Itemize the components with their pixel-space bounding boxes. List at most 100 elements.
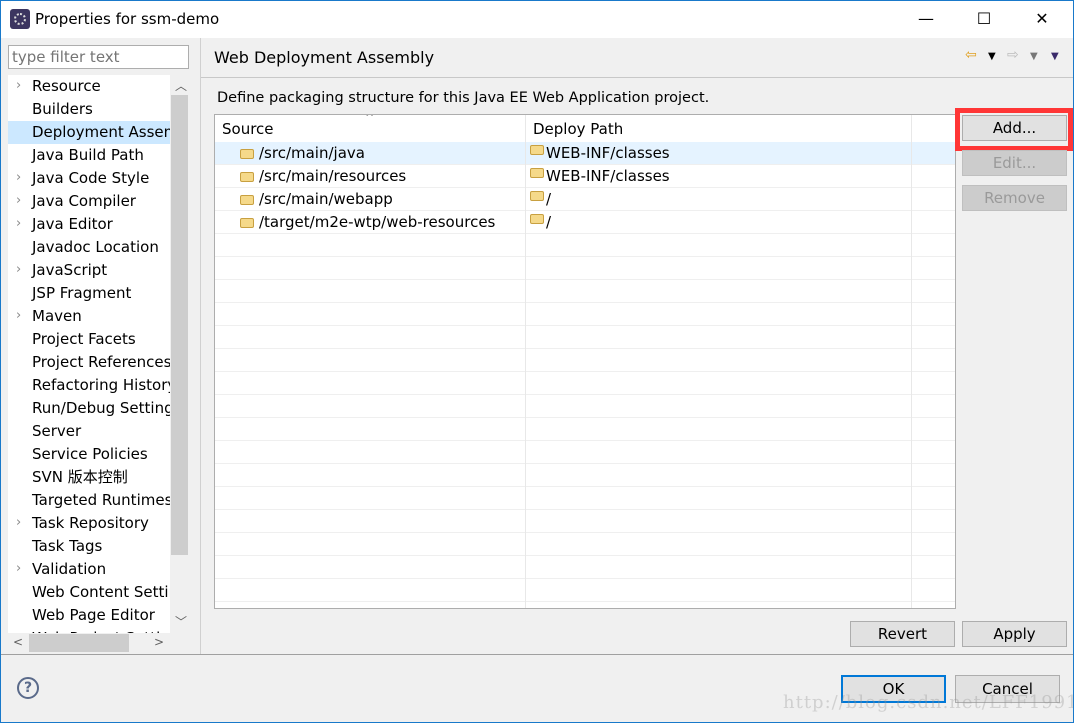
apply-button[interactable]: Apply	[962, 621, 1067, 647]
page-title: Web Deployment Assembly	[214, 48, 435, 67]
tree-item[interactable]: › Java Editor	[8, 213, 170, 236]
source-cell: /target/m2e-wtp/web-resources	[240, 211, 495, 234]
tree-item-label: Validation	[32, 560, 107, 578]
folder-icon	[240, 218, 254, 228]
back-arrow-icon[interactable]: ⇦	[965, 47, 977, 63]
scroll-left-icon[interactable]: <	[13, 635, 23, 649]
tree-item[interactable]: Task Tags	[8, 535, 170, 558]
table-row[interactable]	[215, 487, 955, 510]
table-row[interactable]	[215, 326, 955, 349]
tree-item[interactable]: SVN 版本控制	[8, 466, 170, 489]
tree-item[interactable]: › Java Code Style	[8, 167, 170, 190]
tree-item[interactable]: › Resource	[8, 75, 170, 98]
tree-item-label: Service Policies	[32, 445, 148, 463]
table-row[interactable]	[215, 395, 955, 418]
table-row[interactable]	[215, 303, 955, 326]
source-cell: /src/main/resources	[240, 165, 406, 188]
tree-item[interactable]: Web Page Editor	[8, 604, 170, 627]
table-row[interactable]	[215, 257, 955, 280]
tree-item-label: Server	[32, 422, 82, 440]
deploy-path-cell: WEB-INF/classes	[530, 165, 670, 188]
tree-item-label: Builders	[32, 100, 93, 118]
expand-chevron-icon[interactable]: ›	[16, 558, 21, 580]
table-row[interactable]	[215, 441, 955, 464]
folder-icon	[530, 191, 544, 201]
expand-chevron-icon[interactable]: ›	[16, 213, 21, 235]
tree-item[interactable]: Java Build Path	[8, 144, 170, 167]
tree-item-label: JSP Fragment	[32, 284, 132, 302]
tree-item-label: Java Build Path	[32, 146, 144, 164]
tree-item[interactable]: Deployment Assembly	[8, 121, 170, 144]
table-row[interactable]: /src/main/resources WEB-INF/classes	[215, 165, 955, 188]
tree-item[interactable]: Web Content Settings	[8, 581, 170, 604]
folder-icon	[240, 149, 254, 159]
table-row[interactable]	[215, 464, 955, 487]
expand-chevron-icon[interactable]: ›	[16, 305, 21, 327]
page-description: Define packaging structure for this Java…	[217, 90, 710, 106]
tree-item[interactable]: › Java Compiler	[8, 190, 170, 213]
scroll-thumb[interactable]	[29, 634, 129, 652]
tree-item[interactable]: Server	[8, 420, 170, 443]
tree-item-label: Java Compiler	[32, 192, 136, 210]
maximize-button[interactable]: ☐	[964, 6, 1004, 32]
tree-item[interactable]: Run/Debug Settings	[8, 397, 170, 420]
help-icon[interactable]: ?	[17, 677, 39, 699]
expand-chevron-icon[interactable]: ›	[16, 190, 21, 212]
expand-chevron-icon[interactable]: ›	[16, 167, 21, 189]
scroll-thumb[interactable]	[171, 95, 188, 555]
table-row[interactable]	[215, 579, 955, 602]
tree-item[interactable]: Refactoring History	[8, 374, 170, 397]
table-row[interactable]	[215, 533, 955, 556]
tree-item[interactable]: JSP Fragment	[8, 282, 170, 305]
revert-button[interactable]: Revert	[850, 621, 955, 647]
tree-item-label: SVN 版本控制	[32, 468, 128, 486]
table-row[interactable]	[215, 349, 955, 372]
tree-item[interactable]: Targeted Runtimes	[8, 489, 170, 512]
table-row[interactable]	[215, 280, 955, 303]
horizontal-scrollbar[interactable]: < >	[8, 633, 189, 653]
forward-dropdown-icon[interactable]: ▼	[1030, 51, 1038, 62]
table-row[interactable]: /target/m2e-wtp/web-resources /	[215, 211, 955, 234]
scroll-right-icon[interactable]: >	[154, 635, 164, 649]
table-row[interactable]	[215, 372, 955, 395]
source-text: /src/main/resources	[259, 167, 407, 185]
minimize-button[interactable]: —	[906, 6, 946, 32]
tree-item[interactable]: › JavaScript	[8, 259, 170, 282]
tree-item-label: Targeted Runtimes	[32, 491, 170, 509]
deployment-table: Source ^ Deploy Path /src/main/java WEB-I…	[214, 114, 956, 609]
column-header-deploy-path[interactable]: Deploy Path	[526, 115, 912, 142]
expand-chevron-icon[interactable]: ›	[16, 75, 21, 97]
expand-chevron-icon[interactable]: ›	[16, 259, 21, 281]
expand-chevron-icon[interactable]: ›	[16, 512, 21, 534]
tree-item[interactable]: Builders	[8, 98, 170, 121]
tree-item[interactable]: Project References	[8, 351, 170, 374]
view-menu-icon[interactable]: ▼	[1051, 51, 1059, 62]
close-button[interactable]: ✕	[1022, 6, 1062, 32]
folder-icon	[240, 195, 254, 205]
add-button[interactable]: Add...	[962, 115, 1067, 141]
tree-item[interactable]: Project Facets	[8, 328, 170, 351]
scroll-down-icon[interactable]: ﹀	[175, 613, 187, 630]
table-row[interactable]	[215, 556, 955, 579]
tree-item[interactable]: › Maven	[8, 305, 170, 328]
forward-arrow-icon[interactable]: ⇨	[1007, 47, 1019, 63]
tree-item-label: Run/Debug Settings	[32, 399, 170, 417]
back-dropdown-icon[interactable]: ▼	[988, 51, 996, 62]
vertical-scrollbar[interactable]: ︿ ﹀	[170, 75, 189, 633]
table-row[interactable]	[215, 510, 955, 533]
table-row[interactable]: /src/main/java WEB-INF/classes	[215, 142, 955, 165]
tree-item-label: Maven	[32, 307, 82, 325]
tree-item[interactable]: › Validation	[8, 558, 170, 581]
tree-item[interactable]: › Task Repository	[8, 512, 170, 535]
table-row[interactable]: /src/main/webapp /	[215, 188, 955, 211]
tree-item-label: Java Editor	[32, 215, 113, 233]
remove-button[interactable]: Remove	[962, 185, 1067, 211]
table-row[interactable]	[215, 418, 955, 441]
tree-item[interactable]: Service Policies	[8, 443, 170, 466]
table-row[interactable]	[215, 234, 955, 257]
scroll-up-icon[interactable]: ︿	[175, 77, 187, 94]
filter-input[interactable]	[8, 45, 189, 69]
tree-item[interactable]: Javadoc Location	[8, 236, 170, 259]
tree-item-label: Web Content Settings	[32, 583, 170, 601]
edit-button[interactable]: Edit...	[962, 150, 1067, 176]
